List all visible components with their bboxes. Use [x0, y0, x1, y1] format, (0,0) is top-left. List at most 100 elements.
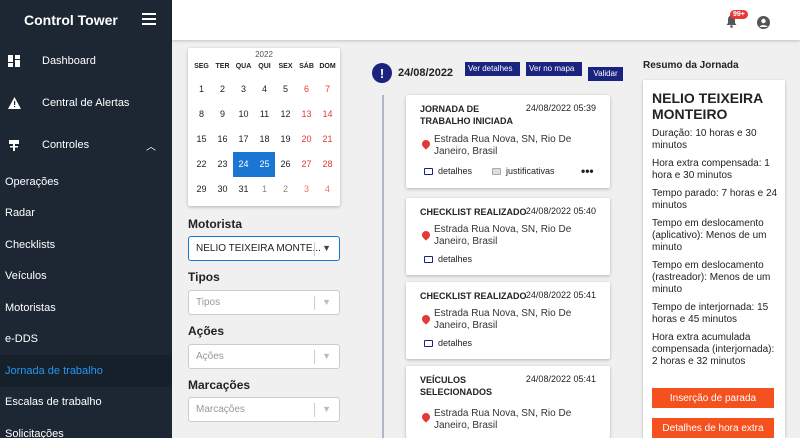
- chevron-down-icon[interactable]: ▼: [322, 351, 331, 361]
- avatar[interactable]: [757, 16, 770, 29]
- calendar-day[interactable]: 4: [317, 177, 338, 202]
- calendar-weekday: SÁB: [299, 63, 314, 70]
- calendar-day[interactable]: 25: [254, 152, 275, 177]
- timeline-card[interactable]: CHECKLIST REALIZADO 24/08/2022 05:40 Est…: [406, 198, 610, 275]
- card-date: 24/08/2022 05:41: [525, 290, 596, 300]
- sidebar-subitem-jornada[interactable]: Jornada de trabalho: [0, 355, 172, 387]
- summary-line: Duração: 10 horas e 30 minutos: [652, 128, 757, 151]
- calendar-day[interactable]: 28: [317, 152, 338, 177]
- calendar-day[interactable]: 2: [212, 77, 233, 102]
- calendar-day[interactable]: 31: [233, 177, 254, 202]
- ver-detalhes-button[interactable]: Ver detalhes: [465, 62, 520, 76]
- summary-line: Tempo de interjornada: 15 horas e 45 min…: [652, 302, 769, 325]
- calendar-day[interactable]: 1: [191, 77, 212, 102]
- motorista-select[interactable]: NELIO TEIXEIRA MONTE... ▼: [188, 236, 340, 261]
- sidebar-item-controles[interactable]: Controles ︿: [0, 124, 172, 166]
- sidebar-subitem-edds[interactable]: e-DDS: [0, 324, 172, 356]
- calendar-day[interactable]: 22: [191, 152, 212, 177]
- alert-icon: !: [372, 63, 392, 83]
- sidebar-subitem-solicitacoes[interactable]: Solicitações: [0, 418, 172, 438]
- card-title: JORNADA DE TRABALHO INICIADA: [420, 104, 513, 126]
- calendar-day[interactable]: 1: [254, 177, 275, 202]
- chevron-down-icon[interactable]: ▼: [322, 243, 331, 253]
- driver-name: NELIO TEIXEIRA MONTEIRO: [652, 90, 763, 122]
- calendar-day[interactable]: 11: [254, 102, 275, 127]
- message-icon: [424, 339, 433, 347]
- calendar-day[interactable]: 2: [275, 177, 296, 202]
- calendar-day[interactable]: 16: [212, 127, 233, 152]
- dashboard-icon: [6, 53, 22, 69]
- calendar-grid: SEG TER QUA QUI SEX SÁB DOM 1 2 3 4 5 6 7 8 9 10 11 12 13 14…: [191, 63, 340, 202]
- calendar-day[interactable]: 15: [191, 127, 212, 152]
- justificativas-link[interactable]: justificativas: [492, 166, 555, 176]
- detalhes-link[interactable]: detalhes: [424, 254, 472, 264]
- timeline-card[interactable]: VEÍCULOS SELECIONADOS 24/08/2022 05:41 E…: [406, 366, 610, 438]
- calendar-weekday: QUI: [258, 63, 271, 70]
- summary-line: Tempo em deslocamento (rastreador): Meno…: [652, 260, 771, 295]
- motorista-label: Motorista: [188, 217, 242, 231]
- sidebar-subitem-escalas[interactable]: Escalas de trabalho: [0, 387, 172, 419]
- calendar-day[interactable]: 3: [296, 177, 317, 202]
- calendar-day[interactable]: 9: [212, 102, 233, 127]
- calendar-day[interactable]: 8: [191, 102, 212, 127]
- calendar-day[interactable]: 23: [212, 152, 233, 177]
- summary-line: Hora extra compensada: 1 hora e 30 minut…: [652, 158, 770, 181]
- calendar-day[interactable]: 24: [233, 152, 254, 177]
- sidebar-item-dashboard[interactable]: Dashboard: [0, 40, 172, 82]
- summary-panel: NELIO TEIXEIRA MONTEIRO Duração: 10 hora…: [643, 80, 785, 438]
- detalhes-link[interactable]: detalhes: [424, 166, 472, 176]
- marcacoes-select[interactable]: Marcações ▼: [188, 397, 340, 422]
- timeline-card[interactable]: CHECKLIST REALIZADO 24/08/2022 05:41 Est…: [406, 282, 610, 359]
- sidebar-subitem-radar[interactable]: Radar: [0, 198, 172, 230]
- sidebar-subitem-checklists[interactable]: Checklists: [0, 229, 172, 261]
- chevron-down-icon[interactable]: ▼: [322, 297, 331, 307]
- calendar-day[interactable]: 26: [275, 152, 296, 177]
- calendar-day[interactable]: 7: [317, 77, 338, 102]
- calendar-day[interactable]: 17: [233, 127, 254, 152]
- card-address: Estrada Rua Nova, SN, Rio De Janeiro, Br…: [434, 134, 572, 157]
- detalhes-link[interactable]: detalhes: [424, 338, 472, 348]
- calendar-day[interactable]: 5: [275, 77, 296, 102]
- sidebar-subitem-operacoes[interactable]: Operações: [0, 166, 172, 198]
- location-pin-icon: [420, 229, 432, 241]
- tipos-label: Tipos: [188, 270, 220, 284]
- calendar-day[interactable]: 21: [317, 127, 338, 152]
- timeline-card[interactable]: JORNADA DE TRABALHO INICIADA 24/08/2022 …: [406, 95, 610, 188]
- ver-no-mapa-button[interactable]: Ver no mapa: [526, 62, 582, 76]
- calendar-day[interactable]: 13: [296, 102, 317, 127]
- calendar-day[interactable]: 3: [233, 77, 254, 102]
- chevron-up-icon[interactable]: ︿: [146, 138, 156, 153]
- chevron-down-icon[interactable]: ▼: [322, 404, 331, 414]
- calendar-day[interactable]: 27: [296, 152, 317, 177]
- calendar-day[interactable]: 14: [317, 102, 338, 127]
- sidebar-subitem-veiculos[interactable]: Veículos: [0, 261, 172, 293]
- card-address: Estrada Rua Nova, SN, Rio De Janeiro, Br…: [434, 224, 572, 247]
- calendar-day[interactable]: 29: [191, 177, 212, 202]
- calendar-day[interactable]: 18: [254, 127, 275, 152]
- validar-button[interactable]: Validar: [588, 67, 623, 81]
- hamburger-menu-icon[interactable]: [142, 13, 156, 25]
- acoes-select[interactable]: Ações ▼: [188, 344, 340, 369]
- calendar-day[interactable]: 20: [296, 127, 317, 152]
- more-options-icon[interactable]: •••: [581, 164, 594, 178]
- sidebar-subitem-motoristas[interactable]: Motoristas: [0, 292, 172, 324]
- calendar-day[interactable]: 4: [254, 77, 275, 102]
- insercao-parada-button[interactable]: Inserção de parada: [652, 388, 774, 408]
- calendar-day[interactable]: 30: [212, 177, 233, 202]
- calendar-weekday: DOM: [319, 63, 336, 70]
- summary-title: Resumo da Jornada: [643, 60, 739, 71]
- warning-icon: [6, 95, 22, 111]
- timeline-line: [382, 95, 384, 438]
- tipos-placeholder: Tipos: [196, 297, 221, 308]
- sidebar-item-alertas[interactable]: Central de Alertas: [0, 82, 172, 124]
- calendar-day[interactable]: 6: [296, 77, 317, 102]
- calendar-weekday: QUA: [235, 63, 252, 70]
- justificativas-label: justificativas: [506, 166, 555, 176]
- detalhes-hora-extra-button[interactable]: Detalhes de hora extra: [652, 418, 774, 438]
- tipos-select[interactable]: Tipos ▼: [188, 290, 340, 315]
- calendar-day[interactable]: 12: [275, 102, 296, 127]
- calendar-day[interactable]: 19: [275, 127, 296, 152]
- sidebar: Control Tower Dashboard Central de Alert…: [0, 0, 172, 438]
- calendar-year: 2022: [255, 50, 273, 59]
- calendar-day[interactable]: 10: [233, 102, 254, 127]
